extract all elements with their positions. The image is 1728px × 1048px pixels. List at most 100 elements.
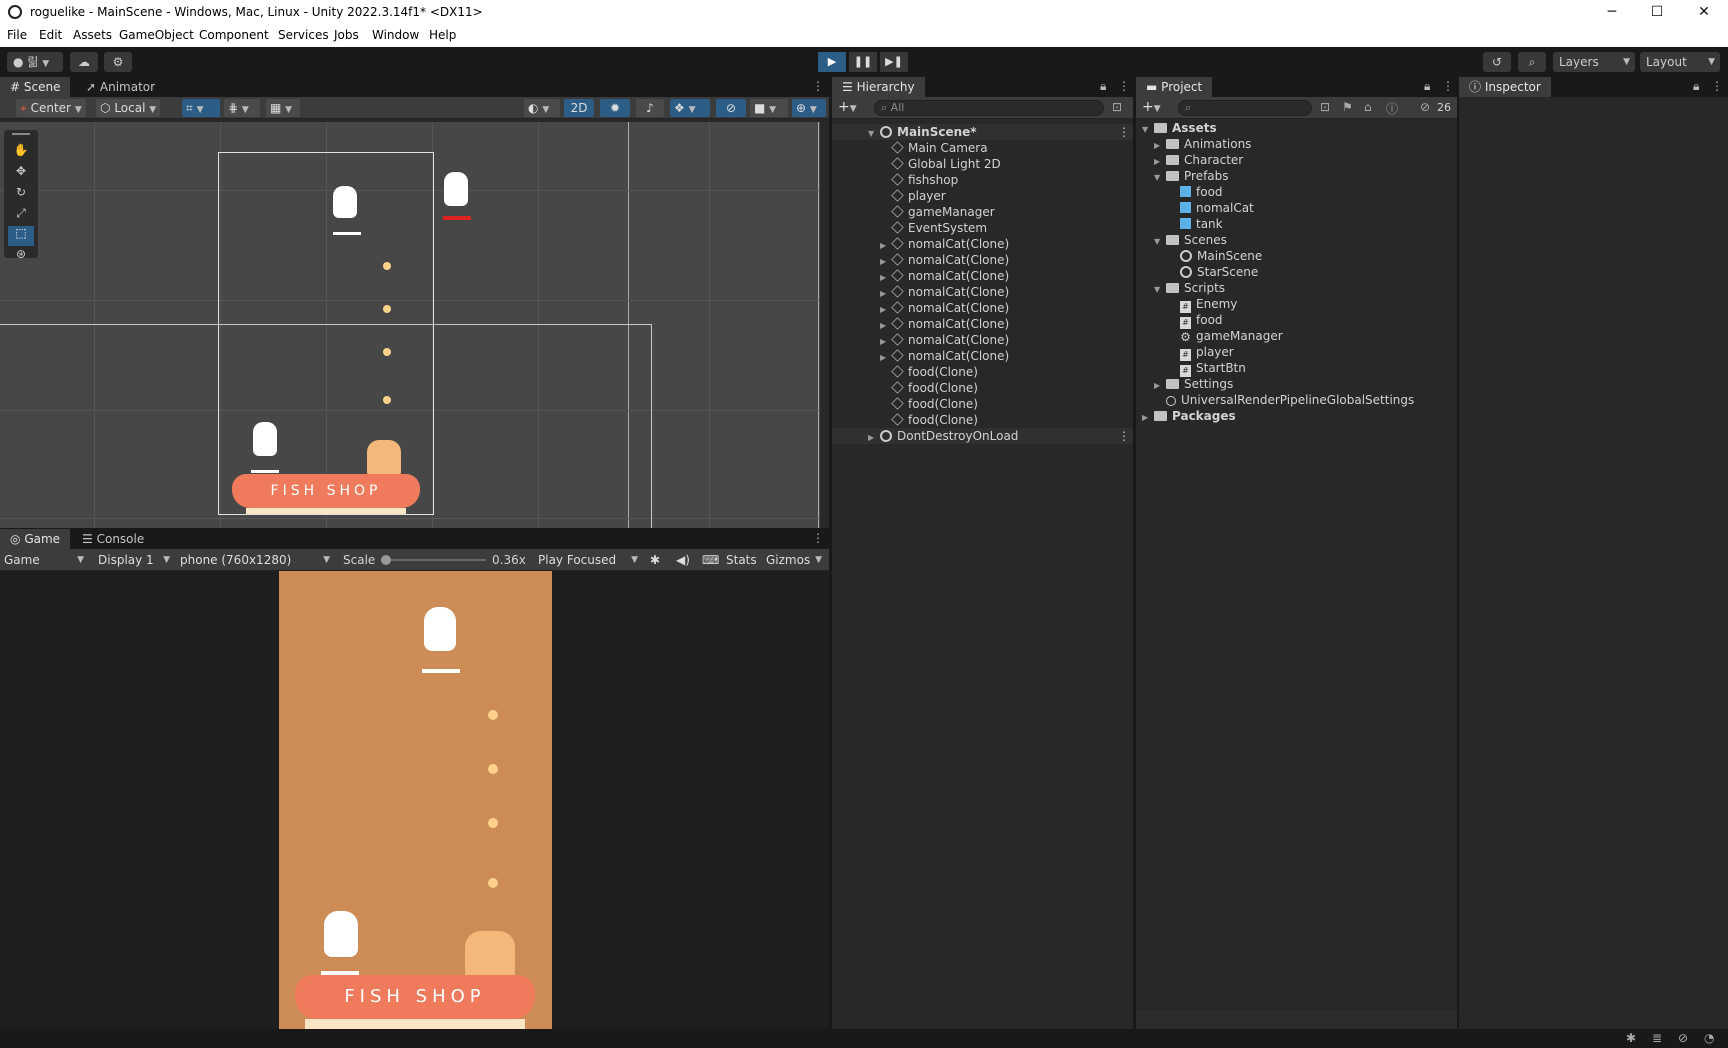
menu-component[interactable]: Component: [199, 28, 269, 42]
hierarchy-item[interactable]: ▶ nomalCat(Clone): [880, 268, 1009, 284]
menu-window[interactable]: Window: [372, 28, 419, 42]
cache-server-icon[interactable]: ≣: [1652, 1031, 1662, 1045]
menu-edit[interactable]: Edit: [39, 28, 62, 42]
lock-icon[interactable]: 🔒︎: [1693, 79, 1699, 94]
project-asset[interactable]: UniversalRenderPipelineGlobalSettings: [1166, 392, 1414, 408]
play-mode-dropdown[interactable]: Play Focused ▼: [534, 551, 642, 569]
scene-viewport[interactable]: ✋ ✥ ↻ ⤢ ⬚ ⊛ FISH SHOP: [0, 122, 820, 528]
hierarchy-item[interactable]: ▶ nomalCat(Clone): [880, 332, 1009, 348]
tab-inspector[interactable]: ⓘ Inspector: [1459, 77, 1551, 97]
mode-2d-toggle[interactable]: 2D: [564, 99, 594, 117]
network-icon[interactable]: ⊘: [1678, 1031, 1688, 1045]
lock-icon[interactable]: 🔒︎: [1424, 79, 1430, 94]
layers-dropdown[interactable]: Layers ▼: [1553, 52, 1635, 72]
lighting-toggle[interactable]: ✹: [600, 99, 630, 117]
history-button[interactable]: ↺: [1483, 52, 1511, 72]
rect-tool-icon[interactable]: ⬚: [8, 226, 34, 246]
scene-menu-icon[interactable]: ⋮: [812, 79, 824, 93]
tab-console[interactable]: ☰ Console: [72, 529, 154, 549]
hidden-packages-icon[interactable]: ⊘: [1420, 100, 1430, 114]
scene-visibility-icon[interactable]: ⊡: [1112, 100, 1122, 114]
add-button[interactable]: +▼: [838, 99, 857, 115]
project-folder[interactable]: ▼ Scripts: [1136, 280, 1225, 296]
enemy-cat-sprite[interactable]: [444, 172, 468, 206]
snap-increment-dropdown[interactable]: ⋕ ▼: [224, 99, 260, 117]
project-asset[interactable]: MainScene: [1180, 248, 1262, 264]
hierarchy-item[interactable]: gameManager: [891, 204, 995, 220]
debug-toggle[interactable]: ✱: [646, 551, 668, 569]
hierarchy-item[interactable]: ▶ nomalCat(Clone): [880, 316, 1009, 332]
display-dropdown[interactable]: Display 1 ▼: [94, 551, 174, 569]
food-sprite[interactable]: [488, 764, 498, 774]
hierarchy-item[interactable]: food(Clone): [891, 380, 978, 396]
dont-destroy-menu-icon[interactable]: ⋮: [1118, 428, 1130, 444]
transform-tool-icon[interactable]: ⊛: [10, 247, 32, 265]
project-folder[interactable]: ▼ Prefabs: [1136, 168, 1229, 184]
close-button[interactable]: ✕: [1684, 2, 1724, 22]
food-sprite[interactable]: [383, 348, 391, 356]
menu-file[interactable]: File: [7, 28, 27, 42]
palette-handle[interactable]: [12, 133, 30, 135]
visibility-toggle[interactable]: ⊘: [716, 99, 746, 117]
tab-hierarchy[interactable]: ☰ Hierarchy: [832, 77, 925, 97]
scale-tool-icon[interactable]: ⤢: [10, 206, 32, 224]
expand-arrow-icon[interactable]: ▼: [1154, 170, 1160, 186]
food-sprite[interactable]: [488, 878, 498, 888]
rotate-tool-icon[interactable]: ↻: [10, 185, 32, 203]
project-search-input[interactable]: ⌕: [1178, 100, 1312, 116]
expand-arrow-icon[interactable]: ▼: [1154, 234, 1160, 250]
hierarchy-item[interactable]: food(Clone): [891, 396, 978, 412]
project-asset[interactable]: # Enemy: [1180, 296, 1237, 313]
stats-button[interactable]: Stats: [722, 551, 760, 569]
gizmos-dropdown[interactable]: Gizmos ▼: [762, 551, 826, 569]
scene-menu-icon[interactable]: ⋮: [1118, 124, 1130, 140]
project-packages-row[interactable]: ▶ Packages: [1136, 408, 1236, 424]
move-tool-icon[interactable]: ✥: [10, 164, 32, 182]
project-asset[interactable]: # StartBtn: [1180, 360, 1246, 377]
menu-services[interactable]: Services: [278, 28, 329, 42]
project-asset[interactable]: tank: [1180, 216, 1223, 232]
resolution-dropdown[interactable]: phone (760x1280) ▼: [176, 551, 334, 569]
mute-toggle[interactable]: ◀): [672, 551, 694, 569]
effects-dropdown[interactable]: ❖ ▼: [670, 99, 710, 117]
player-cat-sprite[interactable]: [253, 422, 277, 456]
lock-icon[interactable]: 🔒︎: [1100, 79, 1106, 94]
hierarchy-item[interactable]: ▶ nomalCat(Clone): [880, 252, 1009, 268]
scale-slider-handle[interactable]: [381, 555, 391, 565]
scale-slider-track[interactable]: [384, 559, 486, 561]
hierarchy-dontdestroy-row[interactable]: ▶ DontDestroyOnLoad ⋮: [832, 428, 1133, 444]
expand-arrow-icon[interactable]: ▼: [868, 126, 874, 142]
project-folder[interactable]: ▶ Character: [1136, 152, 1243, 168]
play-button[interactable]: ▶: [818, 52, 846, 72]
tab-game[interactable]: ◎ Game: [0, 529, 71, 549]
player-cat-sprite[interactable]: [324, 911, 358, 957]
hierarchy-item[interactable]: food(Clone): [891, 364, 978, 380]
space-dropdown[interactable]: ⬡ Local ▼: [96, 99, 160, 117]
grid-snap-toggle[interactable]: ⌗ ▼: [182, 99, 220, 117]
project-asset[interactable]: food: [1180, 184, 1223, 200]
hierarchy-search-input[interactable]: ⌕ All: [874, 100, 1104, 116]
hierarchy-item[interactable]: EventSystem: [891, 220, 987, 236]
project-menu-icon[interactable]: ⋮: [1442, 79, 1454, 93]
gizmos-scene-dropdown[interactable]: ⊕ ▼: [792, 99, 826, 117]
project-asset[interactable]: ⚙ gameManager: [1180, 328, 1283, 344]
bug-report-icon[interactable]: ✱: [1626, 1031, 1636, 1045]
shortcuts-toggle[interactable]: ⌨: [698, 551, 720, 569]
game-screen[interactable]: FISH SHOP: [279, 571, 552, 1029]
project-asset[interactable]: # food: [1180, 312, 1223, 329]
step-button[interactable]: ▶❚: [880, 52, 908, 72]
cat-sprite[interactable]: [424, 607, 456, 651]
project-folder[interactable]: ▶ Settings: [1136, 376, 1233, 392]
warning-icon[interactable]: ⓘ: [1386, 100, 1398, 117]
tag-icon[interactable]: ⌂: [1364, 100, 1372, 114]
account-dropdown[interactable]: ● 릶 ▼: [7, 52, 63, 72]
project-folder[interactable]: ▼ Scenes: [1136, 232, 1227, 248]
hierarchy-scene-row[interactable]: ▼ MainScene* ⋮: [832, 124, 1133, 140]
tab-project[interactable]: ▬ Project: [1136, 77, 1213, 97]
grid-visibility-dropdown[interactable]: ▦ ▼: [266, 99, 300, 117]
game-viewport[interactable]: FISH SHOP: [0, 571, 829, 1029]
menu-assets[interactable]: Assets: [73, 28, 112, 42]
cat-sprite[interactable]: [333, 186, 357, 218]
pause-button[interactable]: ❚❚: [849, 52, 877, 72]
hierarchy-menu-icon[interactable]: ⋮: [1118, 79, 1130, 93]
